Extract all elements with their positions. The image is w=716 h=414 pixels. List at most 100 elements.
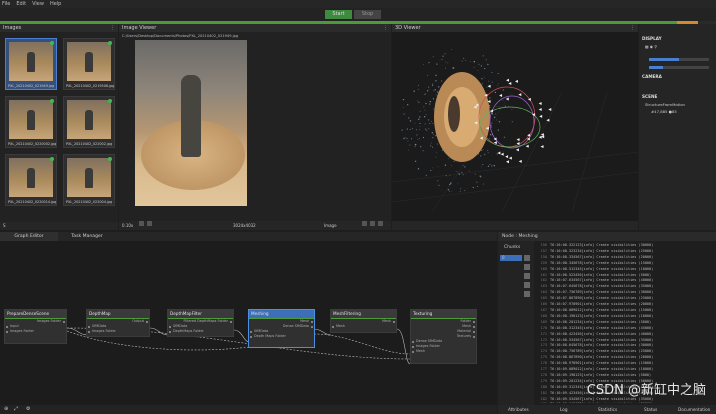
display-mode-icon[interactable]: ▦ ◉ ⚲: [645, 44, 657, 49]
point-cloud-point: [483, 153, 486, 156]
log-line-text: T6:16:07.978901[info] Create visibilitie…: [550, 302, 654, 307]
point-cloud-point: [445, 67, 446, 69]
image-thumbnail[interactable]: PXL_20210402_0220014.jpg: [5, 154, 57, 206]
start-button[interactable]: Start: [325, 10, 352, 19]
menu-edit[interactable]: Edit: [16, 1, 26, 7]
panel-menu-icon[interactable]: ⋮: [110, 24, 115, 32]
display-section-title: DISPLAY: [642, 36, 662, 41]
thumbnail-image: [9, 42, 53, 81]
tab-documentation[interactable]: Documentation: [678, 405, 710, 414]
point-cloud-point: [497, 83, 499, 85]
metadata-icon[interactable]: [362, 221, 367, 226]
histogram-icon[interactable]: [370, 221, 375, 226]
node-input-port[interactable]: Mesh: [411, 349, 476, 354]
filter-icon[interactable]: [524, 273, 530, 279]
graph-node[interactable]: Texturing Folder Mesh Material Textures …: [410, 309, 477, 364]
chunk-item-selected[interactable]: 0: [500, 255, 522, 261]
3d-scene-viewport[interactable]: [392, 32, 638, 212]
scene-item-stats: #47,885 ●85: [651, 109, 677, 114]
graph-settings-icon[interactable]: ⚙: [26, 406, 30, 412]
node-input-port[interactable]: Depth Maps Folder: [249, 334, 314, 339]
point-cloud-point: [493, 165, 495, 167]
grid-icon[interactable]: [139, 221, 144, 226]
camera-glyph: [518, 93, 522, 97]
node-input-port[interactable]: Mesh: [331, 324, 396, 329]
statue-figure: [85, 109, 93, 130]
point-cloud-point: [498, 121, 501, 123]
point-cloud-point: [503, 136, 506, 139]
tab-graph-editor[interactable]: Graph Editor: [0, 232, 58, 241]
image-thumbnail[interactable]: PXL_20210402_0220002.jpg: [5, 96, 57, 148]
graph-node-selected[interactable]: Meshing Mesh Dense SfMData SfMData Depth…: [248, 309, 315, 348]
point-cloud-point: [480, 65, 483, 67]
settings-icon[interactable]: [378, 221, 383, 226]
color-channel-icon[interactable]: [147, 221, 152, 226]
graph-node[interactable]: DepthMap Output SfMData Images Folder: [86, 309, 150, 337]
stop-button[interactable]: Stop: [354, 10, 381, 19]
point-cloud-point: [420, 146, 422, 148]
point-cloud-point: [424, 109, 426, 111]
image-thumbnail[interactable]: PXL_20210402_0219506.jpg: [63, 38, 115, 90]
node-input-port[interactable]: Images Folder: [5, 329, 66, 334]
point-cloud-point: [480, 166, 482, 168]
log-tools: [524, 255, 532, 300]
point-cloud-point: [430, 169, 432, 171]
menu-view[interactable]: View: [32, 1, 44, 7]
point-cloud-point: [508, 105, 509, 107]
tab-statistics[interactable]: Statistics: [598, 405, 617, 414]
tab-task-manager[interactable]: Task Manager: [58, 232, 116, 241]
image-resolution: 3024x4032: [233, 223, 256, 228]
node-input-port[interactable]: DepthMaps Folder: [168, 329, 233, 334]
image-thumbnail[interactable]: PXL_20210402_022002.jpg: [63, 96, 115, 148]
point-cloud-point: [411, 138, 413, 140]
scene-item-label[interactable]: StructureFromMotion: [645, 102, 685, 107]
scroll-bottom-icon[interactable]: [524, 282, 530, 288]
panel-menu-icon[interactable]: ⋮: [630, 24, 635, 32]
point-cloud-point: [444, 164, 447, 166]
point-cloud-point: [414, 143, 417, 146]
copy-icon[interactable]: [524, 255, 530, 261]
point-cloud-point: [442, 55, 444, 58]
menu-help[interactable]: Help: [50, 1, 61, 7]
graph-node[interactable]: PrepareDenseScene Images Folder Input Im…: [4, 309, 67, 344]
point-cloud-point: [419, 116, 421, 118]
point-cloud-point: [419, 129, 421, 131]
image-viewer-footer: 0.10x 3024x4032 Image: [119, 221, 391, 230]
tab-log[interactable]: Log: [560, 405, 567, 414]
point-cloud-point: [486, 86, 488, 88]
point-cloud-point: [403, 113, 405, 115]
node-title: Meshing: [249, 310, 314, 318]
camera-glyph: [508, 156, 512, 160]
menu-file[interactable]: File: [2, 1, 10, 7]
fit-view-icon[interactable]: ⤢: [14, 406, 18, 412]
point-cloud-point: [413, 90, 415, 92]
point-cloud-point: [461, 171, 463, 174]
camera-section-title: CAMERA: [642, 74, 662, 79]
graph-node[interactable]: DepthMapFilter Filtered DepthMaps Folder…: [167, 309, 234, 337]
3d-viewer-header: 3D Viewer ⋮: [392, 24, 638, 32]
image-viewer-panel: Image Viewer ⋮ C:/Users/Desktop/Document…: [119, 24, 391, 230]
camera-scale-slider[interactable]: [649, 66, 709, 69]
image-thumbnail[interactable]: PXL_20210402_022004.jpg: [63, 154, 115, 206]
tab-status[interactable]: Status: [644, 405, 657, 414]
image-thumbnail[interactable]: PXL_20210402_021949.jpg: [5, 38, 57, 90]
point-cloud-point: [489, 106, 491, 109]
viewer-mode-select[interactable]: Image: [324, 221, 337, 230]
point-cloud-point: [430, 145, 432, 147]
node-input-port[interactable]: Images Folder: [87, 329, 149, 334]
point-cloud-point: [425, 114, 427, 115]
viewer-photo[interactable]: [135, 40, 247, 206]
point-cloud-point: [414, 145, 416, 148]
clear-icon[interactable]: [524, 291, 530, 297]
point-cloud-point: [417, 138, 419, 140]
camera-glyph: [514, 79, 518, 83]
point-size-slider[interactable]: [649, 58, 709, 61]
graph-node[interactable]: MeshFiltering Mesh Mesh: [330, 309, 397, 333]
tab-attributes[interactable]: Attributes: [508, 405, 529, 414]
panel-menu-icon[interactable]: ⋮: [383, 24, 388, 32]
text-icon[interactable]: [524, 264, 530, 270]
camera-glyph: [493, 137, 497, 141]
zoom-icon[interactable]: ⊕: [4, 406, 8, 412]
point-cloud-point: [462, 165, 464, 167]
point-cloud-point: [502, 89, 504, 91]
